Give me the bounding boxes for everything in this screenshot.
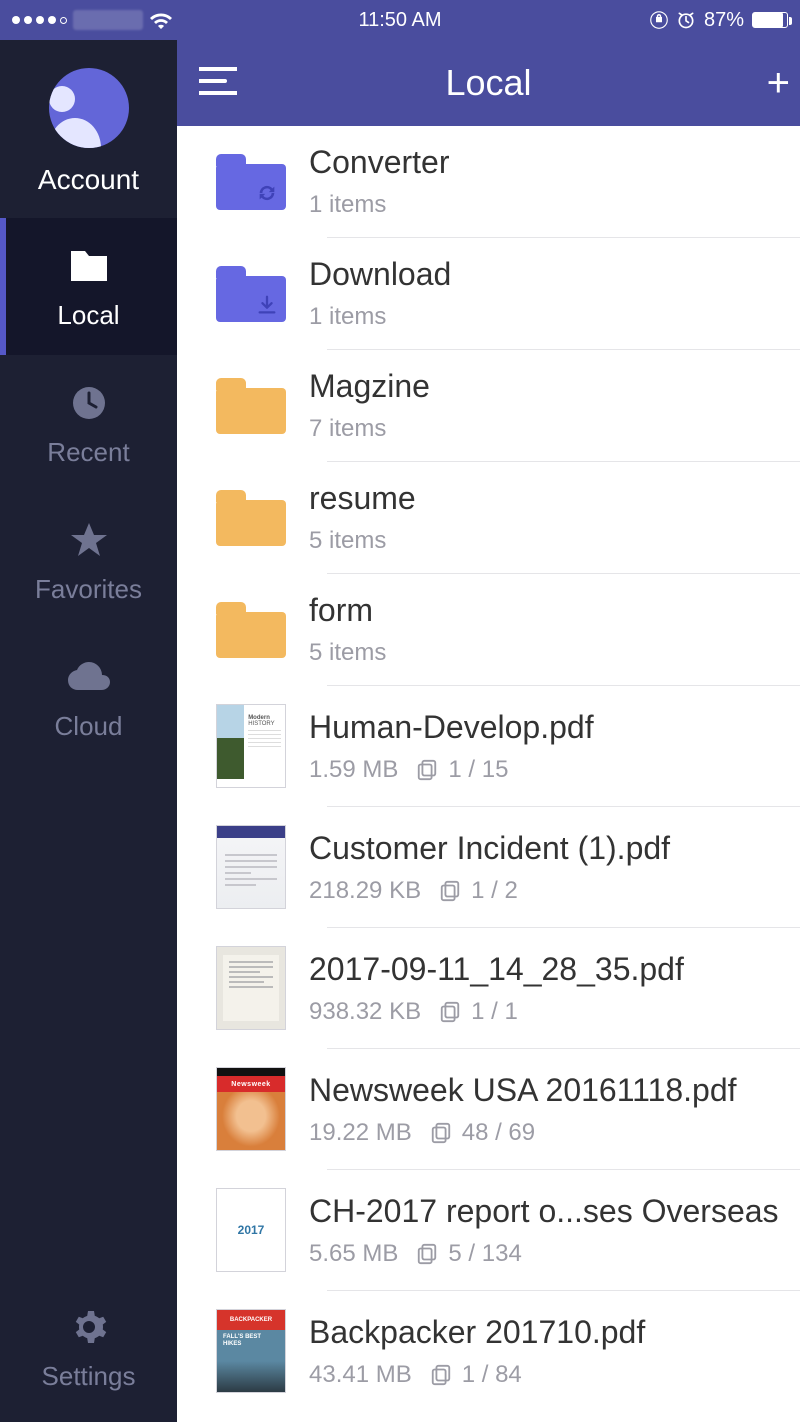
avatar-icon	[49, 68, 129, 148]
folder-item-count: 1 items	[309, 191, 386, 219]
page-count: 5 / 134	[416, 1240, 521, 1268]
pdf-thumbnail	[216, 946, 286, 1030]
file-row[interactable]: Customer Incident (1).pdf 218.29 KB 1 / …	[177, 807, 800, 927]
file-size: 19.22 MB	[309, 1119, 412, 1147]
file-row[interactable]: BACKPACKERFALL'S BESTHIKES Backpacker 20…	[177, 1291, 800, 1411]
battery-icon	[752, 12, 788, 28]
add-button[interactable]: +	[767, 61, 790, 106]
folder-item-count: 1 items	[309, 303, 386, 331]
status-left	[12, 10, 173, 30]
folder-item-count: 5 items	[309, 639, 386, 667]
page-count: 1 / 15	[416, 756, 508, 784]
sidebar-item-label: Settings	[0, 1361, 177, 1392]
folder-item-count: 7 items	[309, 415, 386, 443]
file-size: 43.41 MB	[309, 1361, 412, 1389]
sidebar-item-cloud[interactable]: Cloud	[0, 629, 177, 766]
sidebar-item-label: Favorites	[0, 574, 177, 605]
file-size: 938.32 KB	[309, 998, 421, 1026]
folder-orange-icon	[216, 378, 286, 434]
sidebar: Account Local Recent Favorites Cloud	[0, 40, 177, 1422]
header-title: Local	[445, 62, 531, 104]
sidebar-item-label: Cloud	[0, 711, 177, 742]
folder-row[interactable]: Magzine 7 items	[177, 350, 800, 461]
file-list[interactable]: Converter 1 items Download 1 items Magzi…	[177, 126, 800, 1422]
clock-icon	[0, 383, 177, 423]
file-size: 218.29 KB	[309, 877, 421, 905]
file-row[interactable]: Newsweek Newsweek USA 20161118.pdf 19.22…	[177, 1049, 800, 1169]
folder-row[interactable]: form 5 items	[177, 574, 800, 685]
sidebar-item-label: Recent	[0, 437, 177, 468]
row-title: Newsweek USA 20161118.pdf	[309, 1072, 779, 1109]
pdf-thumbnail	[216, 825, 286, 909]
sidebar-item-label: Local	[0, 300, 177, 331]
folder-orange-icon	[216, 602, 286, 658]
sidebar-item-local[interactable]: Local	[0, 218, 177, 355]
folder-row[interactable]: Download 1 items	[177, 238, 800, 349]
account-label: Account	[0, 164, 177, 196]
folder-row[interactable]: resume 5 items	[177, 462, 800, 573]
folder-purple-icon	[216, 266, 286, 322]
row-title: Backpacker 201710.pdf	[309, 1314, 779, 1351]
battery-percent: 87%	[704, 9, 744, 32]
file-row[interactable]: ModernHISTORY Human-Develop.pdf 1.59 MB …	[177, 686, 800, 806]
sidebar-item-recent[interactable]: Recent	[0, 355, 177, 492]
page-count: 1 / 2	[439, 877, 518, 905]
star-icon	[0, 520, 177, 560]
gear-icon	[0, 1307, 177, 1347]
sidebar-item-settings[interactable]: Settings	[0, 1279, 177, 1422]
sidebar-item-favorites[interactable]: Favorites	[0, 492, 177, 629]
page-count: 1 / 84	[430, 1361, 522, 1389]
pdf-thumbnail: BACKPACKERFALL'S BESTHIKES	[216, 1309, 286, 1393]
row-title: Magzine	[309, 368, 779, 405]
row-title: Human-Develop.pdf	[309, 709, 779, 746]
status-right: 87%	[650, 9, 788, 32]
file-size: 5.65 MB	[309, 1240, 398, 1268]
folder-purple-icon	[216, 154, 286, 210]
signal-dots-icon	[12, 16, 67, 24]
orientation-lock-icon	[650, 11, 668, 29]
cloud-icon	[0, 657, 177, 697]
pdf-thumbnail: 2017	[216, 1188, 286, 1272]
status-bar: 11:50 AM 87%	[0, 0, 800, 40]
row-title: CH-2017 report o...ses Overseas	[309, 1193, 779, 1230]
main: Local + Converter 1 items Download 1 ite…	[177, 40, 800, 1422]
file-size: 1.59 MB	[309, 756, 398, 784]
folder-row[interactable]: Converter 1 items	[177, 126, 800, 237]
app-header: Local +	[177, 40, 800, 126]
file-row[interactable]: 2017-09-11_14_28_35.pdf 938.32 KB 1 / 1	[177, 928, 800, 1048]
status-time: 11:50 AM	[358, 9, 441, 32]
carrier-name-blurred	[73, 10, 143, 30]
pdf-thumbnail: ModernHISTORY	[216, 704, 286, 788]
folder-orange-icon	[216, 490, 286, 546]
alarm-icon	[676, 10, 696, 30]
row-title: 2017-09-11_14_28_35.pdf	[309, 951, 779, 988]
folder-icon	[0, 246, 177, 286]
page-count: 48 / 69	[430, 1119, 535, 1147]
wifi-icon	[149, 11, 173, 29]
pdf-thumbnail: Newsweek	[216, 1067, 286, 1151]
file-row[interactable]: 2017 CH-2017 report o...ses Overseas 5.6…	[177, 1170, 800, 1290]
row-title: Download	[309, 256, 779, 293]
row-title: resume	[309, 480, 779, 517]
row-title: Customer Incident (1).pdf	[309, 830, 779, 867]
folder-item-count: 5 items	[309, 527, 386, 555]
row-title: form	[309, 592, 779, 629]
page-count: 1 / 1	[439, 998, 518, 1026]
row-title: Converter	[309, 144, 779, 181]
menu-icon[interactable]	[199, 67, 237, 100]
sidebar-account[interactable]: Account	[0, 40, 177, 218]
